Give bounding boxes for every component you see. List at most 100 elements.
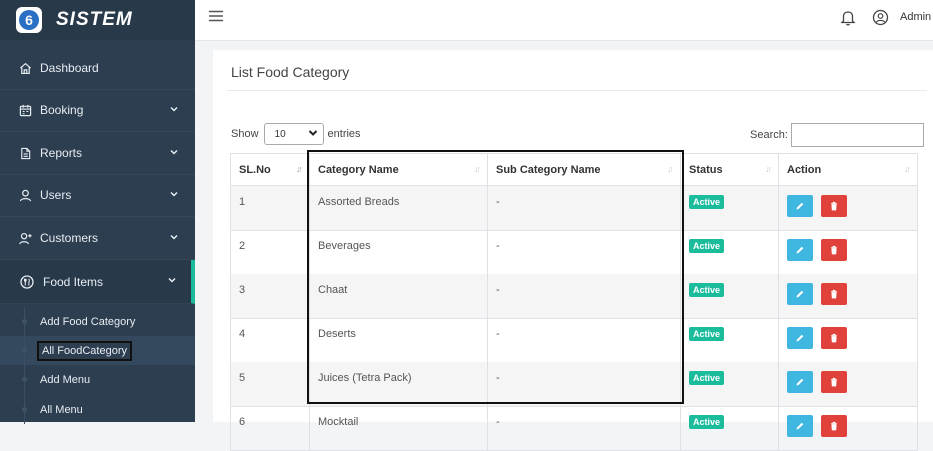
brand[interactable]: 6 SISTEM	[0, 0, 195, 40]
submenu-label: All FoodCategory	[37, 340, 132, 361]
page-size-select[interactable]: 10	[263, 123, 324, 145]
sort-icon: ↓↑	[667, 164, 674, 174]
edit-button[interactable]	[787, 371, 813, 393]
sidebar-item-customers[interactable]: Customers	[0, 217, 195, 260]
edit-button[interactable]	[787, 283, 813, 305]
edit-button[interactable]	[787, 195, 813, 217]
pencil-icon	[796, 334, 804, 342]
page-size-control: Show 10 entries	[231, 123, 361, 145]
table-row: 4 Deserts - Active	[230, 318, 918, 363]
trash-icon	[831, 333, 837, 343]
search-label: Search:	[750, 129, 788, 141]
notification-bell-icon[interactable]	[840, 9, 856, 31]
sort-icon: ↓↑	[296, 164, 303, 174]
trash-icon	[831, 377, 837, 387]
chevron-down-icon	[169, 231, 179, 245]
search-input[interactable]	[790, 123, 924, 147]
divider	[227, 90, 927, 91]
action-cell	[778, 406, 918, 450]
page-title: List Food Category	[231, 64, 350, 80]
home-icon	[18, 61, 32, 75]
sidebar-item-dashboard[interactable]: Dashboard	[0, 47, 195, 90]
category-name-cell: Assorted Breads	[309, 186, 487, 230]
calendar-icon	[18, 103, 32, 117]
edit-button[interactable]	[787, 327, 813, 349]
status-cell: Active	[680, 406, 778, 450]
trash-icon	[831, 201, 837, 211]
submenu-label: All Menu	[40, 403, 83, 416]
submenu-bullet	[22, 377, 27, 382]
column-header-action[interactable]: Action ↓↑	[778, 154, 918, 185]
sidebar-item-reports[interactable]: Reports	[0, 132, 195, 175]
column-label: Action	[787, 163, 822, 176]
user-name[interactable]: Admin	[900, 11, 931, 23]
submenu-add-menu[interactable]: Add Menu	[0, 365, 195, 394]
pencil-icon	[796, 290, 804, 298]
column-header-category-name[interactable]: Category Name ↓↑	[309, 154, 487, 185]
sort-icon: ↓↑	[904, 164, 911, 174]
pencil-icon	[796, 246, 804, 254]
sub-category-cell: -	[487, 362, 680, 406]
submenu-label: Add Food Category	[40, 315, 136, 328]
trash-icon	[831, 289, 837, 299]
chevron-down-icon	[169, 146, 179, 160]
delete-button[interactable]	[821, 283, 847, 305]
column-label: Status	[689, 163, 723, 176]
chevron-down-icon	[167, 274, 177, 288]
submenu-add-food-category[interactable]: Add Food Category	[0, 307, 195, 336]
delete-button[interactable]	[821, 415, 847, 437]
sidebar-item-booking[interactable]: Booking	[0, 89, 195, 132]
delete-button[interactable]	[821, 327, 847, 349]
delete-button[interactable]	[821, 371, 847, 393]
status-cell: Active	[680, 186, 778, 230]
sl-no-cell: 6	[230, 406, 309, 450]
edit-button[interactable]	[787, 239, 813, 261]
pencil-icon	[796, 422, 804, 430]
sidebar-item-label: Users	[40, 188, 72, 202]
sidebar-item-label: Reports	[40, 146, 83, 160]
sidebar-item-label: Booking	[40, 103, 84, 117]
category-name-cell: Deserts	[309, 318, 487, 362]
sub-category-cell: -	[487, 406, 680, 450]
action-cell	[778, 274, 918, 318]
edit-button[interactable]	[787, 415, 813, 437]
page-size-value: 10	[274, 128, 286, 140]
action-cell	[778, 186, 918, 230]
column-header-sl-no[interactable]: SL.No ↓↑	[230, 154, 309, 185]
trash-icon	[831, 245, 837, 255]
sidebar-item-food-items[interactable]: Food Items	[0, 260, 195, 304]
sl-no-cell: 1	[230, 186, 309, 230]
sort-icon: ↓↑	[474, 164, 481, 174]
sub-category-cell: -	[487, 274, 680, 318]
column-label: SL.No	[239, 163, 271, 176]
status-cell: Active	[680, 362, 778, 406]
delete-button[interactable]	[821, 195, 847, 217]
delete-button[interactable]	[821, 239, 847, 261]
submenu-bullet	[22, 407, 27, 412]
column-label: Sub Category Name	[496, 163, 601, 176]
table-row: 1 Assorted Breads - Active	[230, 186, 918, 231]
user-avatar-icon[interactable]	[872, 9, 889, 31]
user-plus-icon	[18, 231, 32, 245]
brand-logo: 6	[16, 7, 42, 33]
submenu-all-food-category[interactable]: All FoodCategory	[0, 336, 195, 365]
sidebar: 6 SISTEM Dashboard Booking Reports Users	[0, 0, 195, 424]
sidebar-item-label: Dashboard	[40, 61, 99, 75]
sl-no-cell: 3	[230, 274, 309, 318]
column-header-status[interactable]: Status ↓↑	[680, 154, 778, 185]
action-cell	[778, 318, 918, 362]
submenu-all-menu[interactable]: All Menu	[0, 395, 195, 424]
status-cell: Active	[680, 274, 778, 318]
table-row: 6 Mocktail - Active	[230, 406, 918, 451]
food-category-table: SL.No ↓↑ Category Name ↓↑ Sub Category N…	[230, 153, 918, 451]
document-icon	[18, 146, 32, 160]
column-header-sub-category-name[interactable]: Sub Category Name ↓↑	[487, 154, 680, 185]
category-name-cell: Beverages	[309, 230, 487, 274]
status-badge: Active	[689, 239, 725, 253]
category-name-cell: Mocktail	[309, 406, 487, 450]
table-row: 3 Chaat - Active	[230, 274, 918, 319]
hamburger-menu-icon[interactable]	[208, 9, 224, 22]
sl-no-cell: 5	[230, 362, 309, 406]
table-row: 2 Beverages - Active	[230, 230, 918, 275]
sidebar-item-users[interactable]: Users	[0, 174, 195, 217]
